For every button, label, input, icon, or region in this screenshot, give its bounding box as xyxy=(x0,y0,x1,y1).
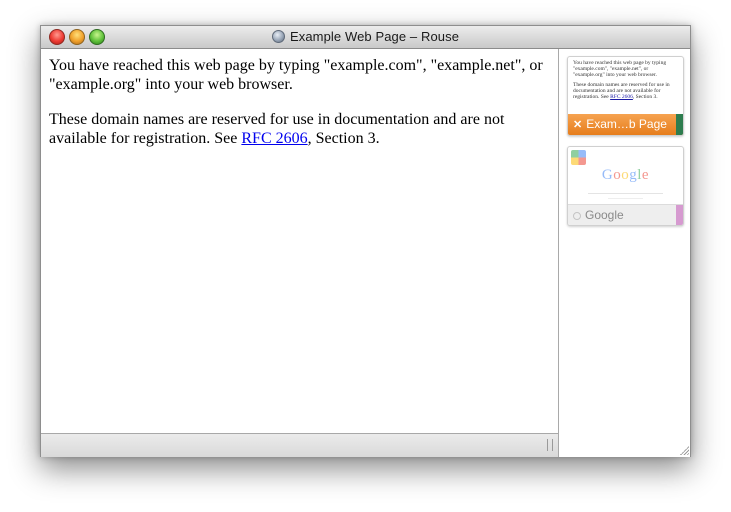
preview-paragraph-2-suffix: , Section 3. xyxy=(632,94,658,100)
google-logo-preview: Google xyxy=(601,167,650,183)
web-page-content[interactable]: You have reached this web page by typing… xyxy=(41,49,558,433)
tab-sidebar: You have reached this web page by typing… xyxy=(558,49,690,457)
globe-icon xyxy=(271,30,285,43)
google-favicon-icon xyxy=(571,150,586,165)
content-paragraph-1: You have reached this web page by typing… xyxy=(49,57,543,93)
tab-thumbnail-google[interactable]: Google Google xyxy=(567,146,684,226)
sidebar-resize-grip[interactable] xyxy=(547,439,553,451)
browser-window: Example Web Page – Rouse You have reache… xyxy=(40,25,691,457)
rfc-2606-link[interactable]: RFC 2606 xyxy=(241,130,307,147)
content-paragraph-2: These domain names are reserved for use … xyxy=(41,110,558,148)
tab-label-google: Google xyxy=(585,208,624,222)
google-buttons-preview xyxy=(608,198,643,199)
window-title-container: Example Web Page – Rouse xyxy=(41,29,690,44)
window-title: Example Web Page – Rouse xyxy=(289,29,460,44)
window-resize-handle[interactable] xyxy=(679,445,689,455)
paragraph-2-suffix: , Section 3. xyxy=(307,130,380,147)
close-icon[interactable]: ✕ xyxy=(573,119,582,131)
tab-label-example: Exam…b Page xyxy=(586,117,667,131)
preview-rfc-link: RFC 2606 xyxy=(610,94,633,100)
tab-color-strip xyxy=(676,114,683,135)
preview-paragraph-1: You have reached this web page by typing… xyxy=(573,60,667,78)
title-bar[interactable]: Example Web Page – Rouse xyxy=(41,26,690,49)
tab-status-circle-icon xyxy=(573,212,581,220)
tab-thumbnail-label-bar[interactable]: Google xyxy=(568,204,683,225)
tab-thumbnail-label-bar[interactable]: ✕ Exam…b Page xyxy=(568,114,683,135)
tab-thumbnail-preview: You have reached this web page by typing… xyxy=(568,57,683,100)
tab-color-strip xyxy=(676,205,683,225)
status-bar xyxy=(41,433,558,457)
tab-thumbnail-example[interactable]: You have reached this web page by typing… xyxy=(567,56,684,136)
google-search-box-preview xyxy=(588,193,663,194)
